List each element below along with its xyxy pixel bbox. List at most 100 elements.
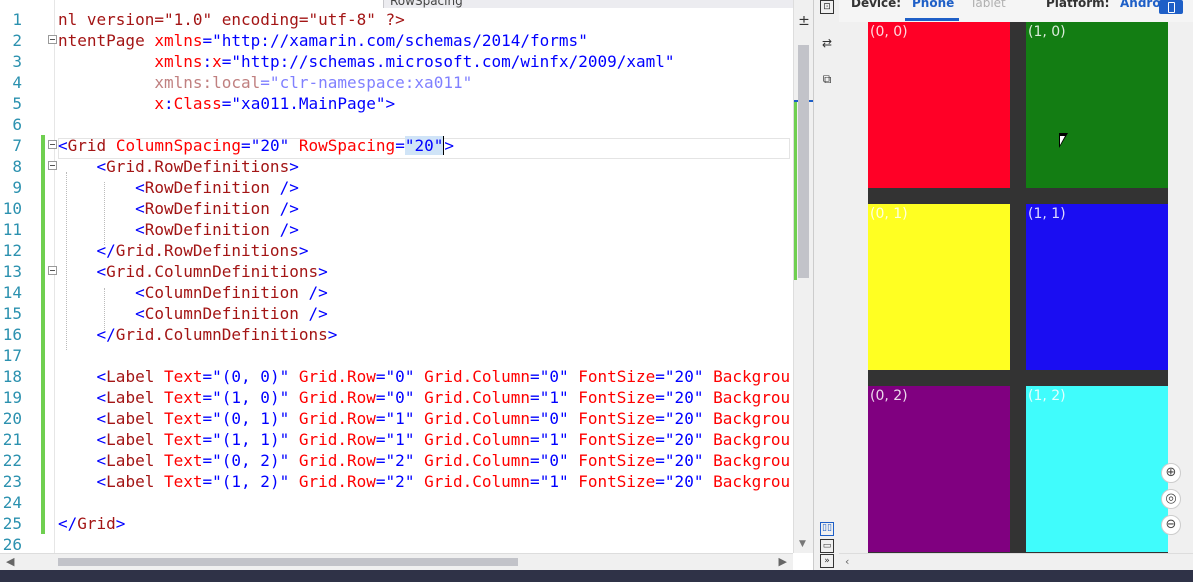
scroll-left-arrow-icon[interactable]: ‹ [845,555,849,568]
code-token: Label [106,367,164,386]
line-number: 25 [2,514,22,533]
code-token: Grid.Row [298,367,376,386]
horizontal-scroll-thumb[interactable] [58,558,518,566]
code-text[interactable]: </Grid.ColumnDefinitions> [58,324,338,345]
code-line[interactable]: 10 <RowDefinition /> [0,198,793,219]
refresh-preview-icon[interactable]: ⧉ [820,72,834,86]
code-text[interactable]: <ColumnDefinition /> [58,282,328,303]
code-text[interactable]: <RowDefinition /> [58,177,299,198]
code-line[interactable]: 22 <Label Text="(0, 2)" Grid.Row="2" Gri… [0,450,793,471]
code-text[interactable]: </Grid.RowDefinitions> [58,240,309,261]
code-text[interactable]: x:Class="xa011.MainPage"> [58,93,395,114]
code-token: < [135,283,145,302]
zoom-in-icon[interactable]: ⊕ [1161,463,1181,483]
platform-label: Platform: [1046,0,1110,10]
grid-cell-label: (0, 0) [868,22,1010,188]
fold-toggle-icon[interactable] [48,161,57,170]
code-line[interactable]: 9 <RowDefinition /> [0,177,793,198]
grid-cell-text: (1, 0) [1028,24,1066,40]
scroll-right-arrow-icon[interactable]: ▶ [779,555,787,568]
device-phone-icon[interactable] [1159,0,1183,14]
code-text[interactable]: xmlns:local="clr-namespace:xa011" [58,72,472,93]
code-token: /> [279,199,299,218]
code-line[interactable]: 24 [0,492,793,513]
code-line[interactable]: 3 xmlns:x="http://schemas.microsoft.com/… [0,51,793,72]
fold-toggle-icon[interactable] [48,35,57,44]
code-line[interactable]: 8 <Grid.RowDefinitions> [0,156,793,177]
code-token: FontSize [578,388,656,407]
code-text[interactable]: <ColumnDefinition /> [58,303,328,324]
code-text[interactable]: <Label Text="(0, 2)" Grid.Row="2" Grid.C… [58,450,791,471]
code-text[interactable]: <RowDefinition /> [58,219,299,240]
code-line[interactable]: 12 </Grid.RowDefinitions> [0,240,793,261]
editor-horizontal-scrollbar[interactable]: ◀ ▶ [0,553,793,570]
scroll-down-arrow-icon[interactable]: ▼ [799,539,806,549]
code-line[interactable]: 15 <ColumnDefinition /> [0,303,793,324]
code-token: /> [308,283,328,302]
split-horizontal-icon[interactable]: ▭ [820,539,834,553]
code-editor[interactable]: RowSpacing 1 nl version="1.0" encoding="u… [0,0,793,553]
code-text[interactable]: <Label Text="(1, 0)" Grid.Row="0" Grid.C… [58,387,791,408]
code-text[interactable]: xmlns:x="http://schemas.microsoft.com/wi… [58,51,674,72]
code-line[interactable]: 26 [0,534,793,553]
code-line[interactable]: 18 <Label Text="(0, 0)" Grid.Row="0" Gri… [0,366,793,387]
code-line[interactable]: 17 [0,345,793,366]
zoom-fit-icon[interactable]: ◎ [1161,489,1181,509]
code-text[interactable]: <Grid.RowDefinitions> [58,156,299,177]
code-text[interactable]: <Label Text="(0, 0)" Grid.Row="0" Grid.C… [58,366,791,387]
code-token: > [298,241,309,260]
layout-toggle-icon[interactable]: ⊡ [820,0,834,14]
code-text[interactable]: nl version="1.0" encoding="utf-8" ?> [58,9,405,30]
code-token: < [96,430,107,449]
code-line[interactable]: 21 <Label Text="(1, 1)" Grid.Row="1" Gri… [0,429,793,450]
code-text[interactable]: </Grid> [58,513,125,534]
code-line[interactable]: 4 xmlns:local="clr-namespace:xa011" [0,72,793,93]
tab-tablet[interactable]: Tablet [970,0,1006,10]
grid-cell-label: (1, 0) [1026,22,1168,188]
code-line[interactable]: 23 <Label Text="(1, 2)" Grid.Row="2" Gri… [0,471,793,492]
swap-orientation-icon[interactable]: ⇄ [820,36,834,50]
code-token: < [135,220,145,239]
code-line[interactable]: 16 </Grid.ColumnDefinitions> [0,324,793,345]
fold-toggle-icon[interactable] [48,140,57,149]
changed-line-marker [41,324,45,345]
code-token: Grid.Row [298,409,376,428]
code-token: = [202,451,213,470]
code-line[interactable]: 20 <Label Text="(0, 1)" Grid.Row="1" Gri… [0,408,793,429]
code-line[interactable]: 1 nl version="1.0" encoding="utf-8" ?> [0,9,793,30]
code-text[interactable]: <RowDefinition /> [58,198,299,219]
vertical-scroll-thumb[interactable] [798,45,809,278]
preview-horizontal-scrollbar[interactable]: ‹ [839,553,1193,570]
code-text[interactable]: <Label Text="(1, 1)" Grid.Row="1" Grid.C… [58,429,791,450]
tab-phone[interactable]: Phone [912,0,954,10]
document-tab[interactable]: RowSpacing [383,0,793,8]
code-token: < [96,388,107,407]
code-line[interactable]: 25 </Grid> [0,513,793,534]
code-token: "1" [385,430,425,449]
code-token: "(1, 1)" [212,430,299,449]
code-text[interactable]: <Label Text="(0, 1)" Grid.Row="1" Grid.C… [58,408,791,429]
fold-toggle-icon[interactable] [48,266,57,275]
code-line[interactable]: 11 <RowDefinition /> [0,219,793,240]
code-text[interactable]: ntentPage xmlns="http://xamarin.com/sche… [58,30,588,51]
scroll-left-arrow-icon[interactable]: ◀ [6,555,14,568]
code-line[interactable]: 19 <Label Text="(1, 0)" Grid.Row="0" Gri… [0,387,793,408]
code-line[interactable]: 6 [0,114,793,135]
code-line[interactable]: 2 ntentPage xmlns="http://xamarin.com/sch… [0,30,793,51]
collapse-pane-icon[interactable]: » [820,554,834,568]
code-text[interactable]: <Grid.ColumnDefinitions> [58,261,328,282]
split-vertical-icon[interactable]: ▯▯ [820,522,834,536]
zoom-out-icon[interactable]: ⊖ [1161,515,1181,535]
editor-vertical-scrollbar[interactable]: ± ▼ [793,0,814,553]
code-token: "xa011.MainPage" [231,94,386,113]
split-editor-icon[interactable]: ± [797,14,811,28]
code-line[interactable]: 13 <Grid.ColumnDefinitions> [0,261,793,282]
code-text[interactable]: <Grid ColumnSpacing="20" RowSpacing="20"… [58,135,454,156]
code-text[interactable]: <Label Text="(1, 2)" Grid.Row="2" Grid.C… [58,471,791,492]
platform-selector[interactable]: Andro [1120,0,1161,10]
code-line[interactable]: 5 x:Class="xa011.MainPage"> [0,93,793,114]
code-line[interactable]: 7 <Grid ColumnSpacing="20" RowSpacing="20… [0,135,793,156]
code-line[interactable]: 14 <ColumnDefinition /> [0,282,793,303]
